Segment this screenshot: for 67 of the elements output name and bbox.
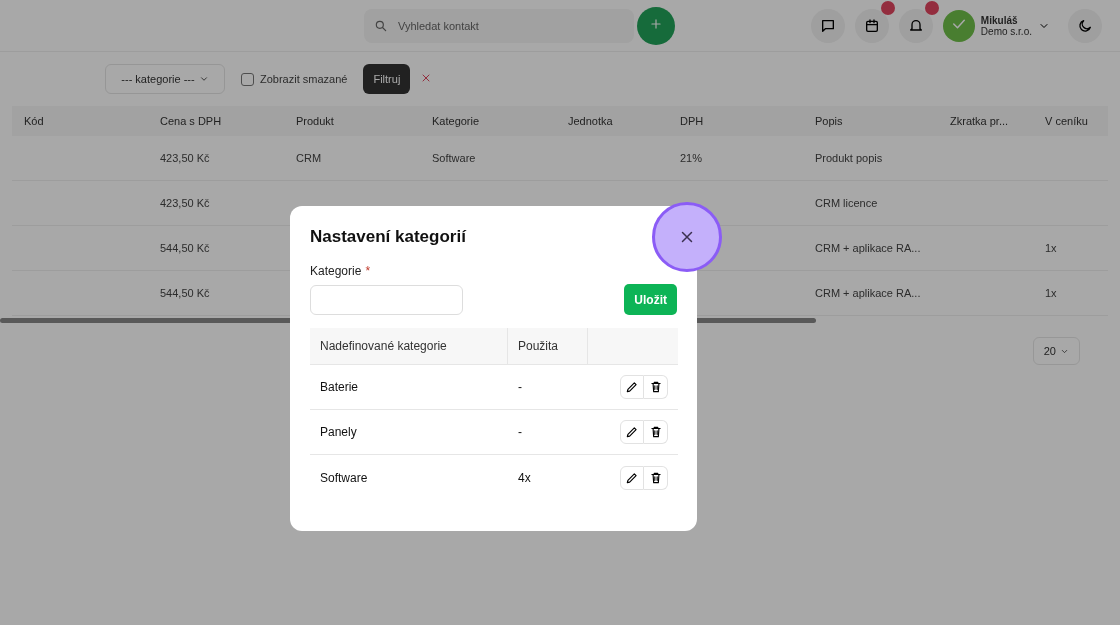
search-field[interactable]: Vyhledat kontakt	[364, 8, 634, 43]
toolbar-button[interactable]	[854, 8, 889, 43]
column-header[interactable]: Cena s DPH	[148, 106, 284, 136]
checkbox-label: Zobrazit smazané	[260, 73, 348, 85]
delete-button[interactable]	[644, 375, 668, 399]
column-header: Použita	[508, 328, 588, 365]
plus-icon	[649, 16, 663, 31]
category-select[interactable]: --- kategorie ---	[105, 64, 225, 94]
column-header[interactable]: V ceníku	[1033, 106, 1108, 136]
table-cell: 21%	[680, 152, 703, 164]
trash-icon	[648, 470, 663, 485]
dialog-title: Nastavení kategorií	[310, 226, 466, 247]
table-cell: CRM + aplikace RA...	[815, 287, 921, 299]
table-cell: 423,50 Kč	[160, 152, 210, 164]
column-header[interactable]: Produkt	[284, 106, 420, 136]
pencil-icon	[625, 470, 639, 485]
column-header[interactable]: Popis	[803, 106, 938, 136]
toolbar-button[interactable]	[898, 8, 933, 43]
calendar-icon	[863, 17, 880, 34]
filter-button[interactable]: Filtruj	[363, 64, 411, 94]
column-header[interactable]: Jednotka	[556, 106, 668, 136]
delete-button[interactable]	[644, 420, 668, 444]
chat-icon	[819, 17, 836, 34]
bell-icon	[907, 17, 924, 34]
table-cell: CRM licence	[815, 197, 878, 209]
column-header[interactable]: Kategorie	[420, 106, 556, 136]
column-header[interactable]: Kód	[12, 106, 148, 136]
column-header[interactable]: DPH	[668, 106, 803, 136]
edit-button[interactable]	[620, 465, 644, 490]
edit-button[interactable]	[620, 420, 644, 444]
category-input[interactable]	[310, 284, 463, 315]
table-cell: 1x	[1045, 287, 1057, 299]
page-size-select[interactable]: 20	[1032, 337, 1080, 365]
search-icon	[374, 18, 388, 33]
trash-icon	[648, 425, 663, 439]
table-cell: CRM	[296, 152, 322, 164]
table-cell: 1x	[1045, 242, 1057, 254]
moon-icon	[1077, 17, 1093, 34]
add-button[interactable]	[637, 6, 675, 45]
category-name: Baterie	[320, 380, 359, 394]
caret-icon	[198, 74, 209, 84]
table-cell: 423,50 Kč	[160, 197, 210, 209]
usage-count: -	[518, 425, 522, 439]
column-header: Nadefinované kategorie	[310, 328, 508, 365]
checkbox[interactable]	[241, 72, 254, 86]
user-name: Mikuláš	[980, 14, 1019, 26]
edit-button[interactable]	[620, 375, 644, 399]
theme-button[interactable]	[1068, 8, 1102, 43]
table-cell: Software	[432, 152, 476, 164]
toolbar-button[interactable]	[810, 8, 845, 43]
table-cell: 544,50 Kč	[160, 287, 210, 299]
table-cell: CRM + aplikace RA...	[815, 242, 921, 254]
pencil-icon	[625, 425, 639, 439]
column-header[interactable]: Zkratka pr...	[938, 106, 1033, 136]
delete-button[interactable]	[644, 465, 668, 490]
search-placeholder: Vyhledat kontakt	[398, 19, 479, 32]
usage-count: -	[518, 380, 522, 394]
company-name: Demo s.r.o.	[980, 25, 1032, 37]
required-mark: *	[365, 264, 371, 278]
pencil-icon	[625, 380, 639, 394]
trash-icon	[648, 380, 663, 394]
category-name: Panely	[320, 425, 357, 439]
table-cell: Produkt popis	[815, 152, 883, 164]
field-label: Kategorie	[310, 264, 362, 278]
category-name: Software	[320, 470, 368, 485]
usage-count: 4x	[518, 470, 531, 485]
table-cell: 544,50 Kč	[160, 242, 210, 254]
